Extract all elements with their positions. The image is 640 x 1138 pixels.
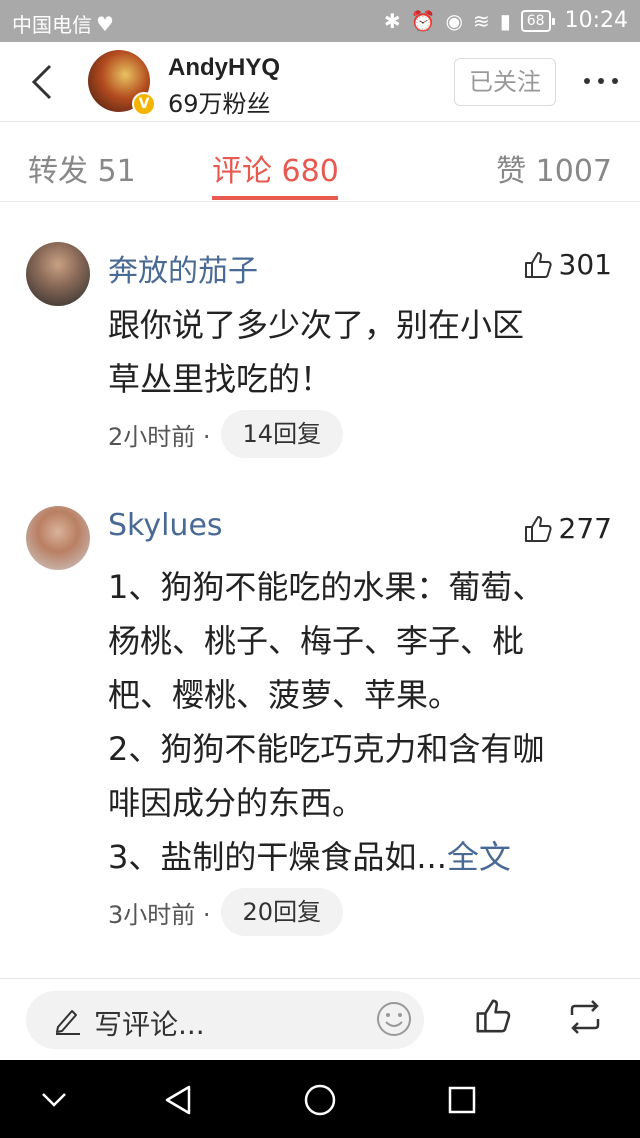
carrier: 中国电信 ♥: [12, 9, 114, 38]
repost-icon: [570, 1000, 600, 1034]
comment-like-count: 301: [558, 248, 612, 281]
comment-line: 杷、樱桃、菠萝、苹果。: [108, 676, 461, 714]
like-post-button[interactable]: [474, 997, 512, 1039]
back-button[interactable]: [20, 60, 64, 104]
battery-icon: 68: [520, 9, 555, 32]
comment-time: 3小时前 ·: [108, 900, 211, 929]
eye-icon: ◉: [445, 8, 463, 33]
carrier-label: 中国电信: [12, 13, 92, 37]
emoji-icon[interactable]: [376, 1001, 412, 1037]
bluetooth-icon: ✱: [383, 8, 401, 33]
circle-home-icon: [304, 1084, 336, 1116]
more-dot-icon: [612, 78, 618, 84]
fans-count: 69万粉丝: [168, 90, 271, 118]
square-recents-icon: [448, 1086, 476, 1114]
system-nav-bar: [0, 1060, 640, 1138]
commenter-avatar[interactable]: [26, 506, 90, 570]
chevron-left-icon: [31, 64, 52, 100]
comment-line: 啡因成分的东西。: [108, 784, 365, 822]
repost-button[interactable]: [566, 999, 604, 1039]
follow-button[interactable]: 已关注: [454, 58, 556, 106]
nav-home-button[interactable]: [300, 1080, 340, 1120]
comment-text: 1、狗狗不能吃的水果：葡萄、 杨桃、桃子、梅子、李子、枇 杷、樱桃、菠萝、苹果。…: [108, 560, 618, 884]
triangle-back-icon: [165, 1085, 191, 1115]
active-tab-indicator: [212, 196, 338, 200]
comment-placeholder: 写评论...: [94, 1008, 205, 1041]
verified-badge-icon: V: [132, 92, 156, 116]
signal-icon: ▮: [499, 8, 511, 33]
more-dot-icon: [584, 78, 590, 84]
tab-like[interactable]: 赞 1007: [496, 146, 612, 190]
comment-time: 2小时前 ·: [108, 422, 211, 451]
comment-line: 2、狗狗不能吃巧克力和含有咖: [108, 730, 545, 768]
nav-recents-button[interactable]: [442, 1080, 482, 1120]
comment-line: 3、盐制的干燥食品如...: [108, 838, 447, 876]
commenter-name[interactable]: 奔放的茄子: [108, 246, 258, 290]
reply-count-button[interactable]: 20回复: [220, 888, 344, 936]
full-text-link[interactable]: 全文: [447, 838, 511, 876]
alarm-icon: ⏰: [410, 8, 436, 33]
comment-text: 跟你说了多少次了，别在小区 草丛里找吃的！: [108, 298, 618, 406]
more-dot-icon: [598, 78, 604, 84]
nav-back-button[interactable]: [158, 1080, 198, 1120]
nav-collapse-button[interactable]: [34, 1080, 74, 1120]
thumbs-up-icon: [524, 251, 552, 278]
comment-line-last: 3、盐制的干燥食品如...全文: [108, 830, 618, 884]
status-icons: ✱ ⏰ ◉ ≋ ▮ 68 10:24: [384, 8, 628, 33]
bottom-action-bar: 写评论...: [0, 978, 640, 1060]
clock: 10:24: [564, 8, 628, 33]
comment-meta: 3小时前 · 20回复: [108, 888, 344, 936]
comment-line: 1、狗狗不能吃的水果：葡萄、: [108, 568, 545, 606]
comment-like-count: 277: [558, 512, 612, 545]
comment-meta: 2小时前 · 14回复: [108, 410, 344, 458]
author-avatar[interactable]: V: [88, 50, 156, 116]
pen-icon: [56, 1010, 80, 1035]
tab-comment[interactable]: 评论 680: [212, 146, 339, 190]
reply-count-button[interactable]: 14回复: [220, 410, 344, 458]
comment-line: 跟你说了多少次了，别在小区: [108, 306, 525, 344]
wifi-icon: ≋: [472, 8, 490, 33]
thumbs-up-icon: [524, 515, 552, 542]
chevron-down-icon: [42, 1093, 66, 1107]
write-comment-input[interactable]: 写评论...: [26, 991, 424, 1049]
tab-bar: 转发 51 评论 680 赞 1007: [0, 122, 640, 202]
more-options-button[interactable]: [584, 78, 618, 84]
comment-line: 草丛里找吃的！: [108, 360, 333, 398]
commenter-name[interactable]: Skylues: [108, 508, 223, 543]
comment-like-button[interactable]: 277: [523, 512, 612, 545]
comment-line: 杨桃、桃子、梅子、李子、枇: [108, 622, 525, 660]
header: V AndyHYQ 69万粉丝 已关注: [0, 42, 640, 122]
author-name[interactable]: AndyHYQ: [168, 54, 280, 82]
thumbs-up-icon: [476, 999, 511, 1033]
heart-icon: ♥: [96, 11, 114, 36]
comment-like-button[interactable]: 301: [523, 248, 612, 281]
tab-repost[interactable]: 转发 51: [28, 146, 136, 190]
commenter-avatar[interactable]: [26, 242, 90, 306]
status-bar: 中国电信 ♥ ✱ ⏰ ◉ ≋ ▮ 68 10:24: [0, 0, 640, 42]
